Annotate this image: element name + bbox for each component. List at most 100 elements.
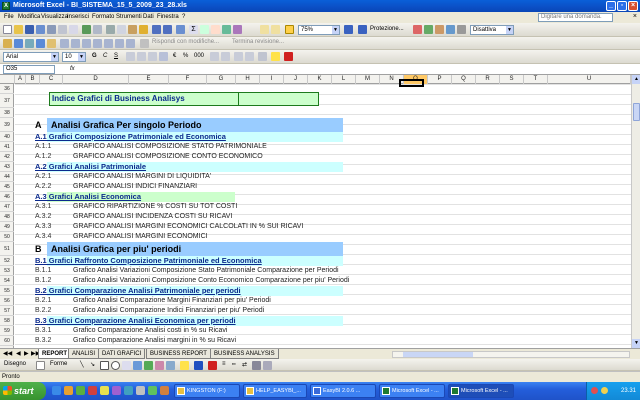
row-header[interactable]: 38 bbox=[0, 108, 14, 118]
align-right-icon[interactable] bbox=[148, 52, 157, 61]
row-header[interactable]: 57 bbox=[0, 306, 14, 316]
close-button[interactable]: × bbox=[628, 1, 638, 11]
review-icon-13[interactable] bbox=[140, 39, 149, 48]
column-header[interactable]: J bbox=[284, 75, 308, 84]
toolbar-icon-3[interactable] bbox=[435, 25, 444, 34]
review-icon-3[interactable] bbox=[25, 39, 34, 48]
row-header[interactable]: 47 bbox=[0, 202, 14, 212]
task-easybi[interactable]: EasyBI 2.0.6 ... bbox=[310, 384, 376, 398]
toggle-icon[interactable] bbox=[285, 25, 294, 34]
row-header[interactable]: 40 bbox=[0, 132, 14, 142]
sheet-tab-analisi[interactable]: ANALISI bbox=[68, 349, 100, 359]
maximize-button[interactable]: ▫ bbox=[617, 1, 627, 11]
subsection-link[interactable]: B.2 Grafici Comparazione Analisi Patrimo… bbox=[35, 286, 241, 296]
first-sheet-icon[interactable]: ◀◀ bbox=[3, 350, 12, 357]
row-header[interactable]: 51 bbox=[0, 242, 14, 256]
row-header[interactable]: 54 bbox=[0, 276, 14, 286]
clipart-icon[interactable] bbox=[155, 361, 164, 370]
quicklaunch-icon-5[interactable] bbox=[136, 386, 145, 395]
review-icon-2[interactable] bbox=[14, 39, 23, 48]
menu-modifica[interactable]: Modifica bbox=[18, 14, 40, 20]
hyperlink-icon[interactable] bbox=[176, 25, 185, 34]
font-color-icon[interactable] bbox=[284, 52, 293, 61]
borders-icon[interactable] bbox=[258, 52, 267, 61]
row-header[interactable]: 44 bbox=[0, 172, 14, 182]
index-title-cell[interactable]: Indice Grafici di Business Analisys bbox=[49, 92, 319, 106]
row-header[interactable]: 49 bbox=[0, 222, 14, 232]
prev-sheet-icon[interactable]: ◀ bbox=[16, 350, 21, 357]
item-link[interactable]: Grafico Analisi Variazioni Composizione … bbox=[73, 276, 349, 286]
quicklaunch-icon-7[interactable] bbox=[160, 386, 169, 395]
row-header[interactable]: 39 bbox=[0, 118, 14, 132]
scroll-thumb[interactable] bbox=[633, 103, 640, 121]
tray-icon[interactable] bbox=[591, 387, 598, 394]
paste-icon[interactable] bbox=[128, 25, 137, 34]
drawing-icon[interactable] bbox=[233, 25, 242, 34]
quicklaunch-icon[interactable] bbox=[88, 386, 97, 395]
print-preview-icon[interactable] bbox=[69, 25, 78, 34]
help-icon[interactable] bbox=[344, 25, 353, 34]
column-header[interactable]: D bbox=[63, 75, 129, 84]
task-kingston[interactable]: KINGSTON (F:) bbox=[174, 384, 240, 398]
item-link[interactable]: GRAFICO ANALISI MARGINI DI LIQUIDITA' bbox=[73, 172, 211, 182]
quicklaunch-icon-2[interactable] bbox=[100, 386, 109, 395]
dash-style-icon[interactable]: ┅ bbox=[232, 361, 236, 368]
increase-decimal-icon[interactable] bbox=[210, 52, 219, 61]
item-link[interactable]: GRAFICO ANALISI MARGINI ECONOMICI bbox=[73, 232, 208, 242]
quicklaunch-icon-3[interactable] bbox=[112, 386, 121, 395]
tray-icon-2[interactable] bbox=[601, 387, 608, 394]
autoshapes-button[interactable]: Forme bbox=[50, 361, 67, 367]
sheet-tab-business-report[interactable]: BUSINESS REPORT bbox=[146, 349, 211, 359]
start-button[interactable]: start bbox=[0, 382, 46, 400]
cut-icon[interactable] bbox=[106, 25, 115, 34]
task-excel-2[interactable]: Microsoft Excel - ... bbox=[448, 384, 514, 398]
item-link[interactable]: Grafico Analisi Comparazione Margini Fin… bbox=[73, 296, 271, 306]
chart-wizard-icon[interactable] bbox=[222, 25, 231, 34]
fill-color-icon[interactable] bbox=[180, 361, 189, 370]
row-header[interactable]: 53 bbox=[0, 266, 14, 276]
review-icon-8[interactable] bbox=[82, 39, 91, 48]
item-link[interactable]: GRAFICO ANALISI COMPOSIZIONE STATO PATRI… bbox=[73, 142, 267, 152]
underline-button[interactable]: S bbox=[114, 53, 118, 59]
subsection-link[interactable]: A.1 Grafici Composizione Patrimoniale ed… bbox=[35, 132, 226, 142]
column-header[interactable]: C bbox=[40, 75, 63, 84]
review-icon-12[interactable] bbox=[126, 39, 135, 48]
align-center-icon[interactable] bbox=[137, 52, 146, 61]
wordart-icon[interactable] bbox=[133, 361, 142, 370]
next-sheet-icon[interactable]: ▶ bbox=[24, 350, 29, 357]
arrow-style-icon[interactable]: ⇄ bbox=[242, 361, 247, 368]
item-link[interactable]: Grafico Comparazione Analisi margini in … bbox=[73, 336, 236, 346]
vertical-scrollbar[interactable]: ▲ ▼ bbox=[631, 75, 640, 348]
column-header[interactable]: A bbox=[15, 75, 26, 84]
column-header[interactable]: H bbox=[236, 75, 260, 84]
column-header[interactable]: B bbox=[26, 75, 40, 84]
increase-indent-icon[interactable] bbox=[245, 52, 254, 61]
row-header[interactable]: 45 bbox=[0, 182, 14, 192]
name-box[interactable]: O35 bbox=[3, 65, 55, 74]
toolbar-icon-2[interactable] bbox=[424, 25, 433, 34]
help-question-input[interactable]: Digitare una domanda. bbox=[538, 13, 613, 22]
currency-button[interactable]: € bbox=[173, 53, 176, 59]
format-painter-icon[interactable] bbox=[139, 25, 148, 34]
protection-button[interactable]: Protezione... bbox=[370, 26, 404, 32]
permission-icon[interactable] bbox=[36, 25, 45, 34]
diagram-icon[interactable] bbox=[144, 361, 153, 370]
zoom-select[interactable]: 75% ▼ bbox=[298, 25, 340, 35]
explorer-icon[interactable] bbox=[64, 386, 73, 395]
column-header[interactable]: T bbox=[524, 75, 548, 84]
font-select[interactable]: Arial ▼ bbox=[3, 52, 59, 62]
select-objects-icon[interactable] bbox=[36, 361, 45, 370]
select-all-corner[interactable] bbox=[0, 75, 15, 84]
column-header[interactable]: Q bbox=[452, 75, 476, 84]
menu-strumenti[interactable]: Strumenti bbox=[116, 14, 142, 20]
sort-ascending-icon[interactable] bbox=[200, 25, 209, 34]
active-cell[interactable] bbox=[399, 79, 424, 87]
decrease-indent-icon[interactable] bbox=[234, 52, 243, 61]
review-icon-4[interactable] bbox=[36, 39, 45, 48]
column-header[interactable]: M bbox=[356, 75, 380, 84]
fx-icon[interactable]: fx bbox=[70, 66, 75, 72]
sheet-tab-report[interactable]: REPORT bbox=[38, 349, 72, 359]
email-icon[interactable] bbox=[47, 25, 56, 34]
subsection-link[interactable]: A.3 Grafici Analisi Economica bbox=[35, 192, 141, 202]
line-style-icon[interactable]: ≡ bbox=[222, 361, 226, 367]
